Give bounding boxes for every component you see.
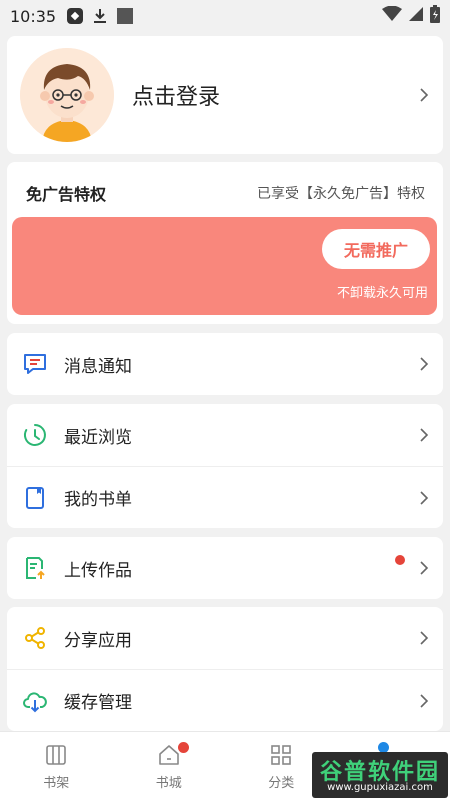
battery-icon xyxy=(430,5,440,27)
menu-label-cache: 缓存管理 xyxy=(64,693,132,713)
privilege-title: 免广告特权 xyxy=(26,185,107,204)
notification-app-icon xyxy=(66,7,84,25)
menu-item-share[interactable]: 分享应用 xyxy=(7,607,443,669)
bookstore-badge-dot xyxy=(177,742,189,753)
chevron-right-icon xyxy=(419,630,429,646)
menu-label-messages: 消息通知 xyxy=(64,356,132,377)
wifi-icon xyxy=(382,5,402,26)
book-icon xyxy=(22,485,48,511)
menu-group-upload: 上传作品 xyxy=(7,537,443,599)
promo-note: 不卸载永久可用 xyxy=(336,286,428,301)
login-label[interactable]: 点击登录 xyxy=(132,79,220,111)
chevron-right-icon xyxy=(419,427,429,443)
watermark-url: www.gupuxiazai.com xyxy=(327,782,433,793)
nav-label-category: 分类 xyxy=(268,776,295,791)
nav-label-bookstore: 书城 xyxy=(155,776,182,791)
share-icon xyxy=(22,625,48,651)
menu-item-booklist[interactable]: 我的书单 xyxy=(7,466,443,528)
privilege-status: 已享受【永久免广告】特权 xyxy=(257,186,425,202)
chevron-right-icon xyxy=(419,490,429,506)
nav-item-bookstore[interactable]: 书城 xyxy=(113,732,226,800)
chevron-right-icon xyxy=(419,560,429,576)
no-promo-button[interactable]: 无需推广 xyxy=(322,229,430,269)
bookshelf-icon xyxy=(43,742,69,768)
menu-item-messages[interactable]: 消息通知 xyxy=(7,333,443,395)
upload-document-icon xyxy=(22,555,48,581)
menu-label-recent: 最近浏览 xyxy=(64,427,132,448)
nav-label-bookshelf: 书架 xyxy=(43,776,70,791)
status-bar: 10:35 xyxy=(0,0,450,32)
ad-free-privilege-card: 免广告特权 已享受【永久免广告】特权 无需推广 不卸载永久可用 xyxy=(7,162,443,324)
cloud-download-icon xyxy=(22,688,48,714)
privilege-header: 免广告特权 已享受【永久免广告】特权 xyxy=(26,181,425,205)
menu-label-booklist: 我的书单 xyxy=(64,490,132,510)
download-icon xyxy=(92,7,108,25)
avatar[interactable] xyxy=(20,48,114,142)
signal-icon xyxy=(408,6,424,26)
menu-item-recent[interactable]: 最近浏览 xyxy=(7,404,443,466)
grid-icon xyxy=(268,742,294,768)
chevron-right-icon xyxy=(419,87,429,103)
square-notification-icon xyxy=(116,7,134,25)
clock-icon xyxy=(22,422,48,448)
promo-banner: 无需推广 不卸载永久可用 xyxy=(12,217,437,315)
chevron-right-icon xyxy=(419,356,429,372)
menu-group-app: 分享应用 缓存管理 xyxy=(7,607,443,731)
menu-item-upload[interactable]: 上传作品 xyxy=(7,537,443,599)
menu-label-upload: 上传作品 xyxy=(64,560,132,581)
profile-card[interactable]: 点击登录 xyxy=(7,36,443,154)
menu-group-messages: 消息通知 xyxy=(7,333,443,395)
message-icon xyxy=(22,351,48,377)
menu-group-browse: 最近浏览 我的书单 xyxy=(7,404,443,528)
nav-item-bookshelf[interactable]: 书架 xyxy=(0,732,113,800)
status-time: 10:35 xyxy=(10,6,57,26)
watermark-logo: 谷普软件园 www.gupuxiazai.com xyxy=(312,752,448,798)
menu-item-cache[interactable]: 缓存管理 xyxy=(7,669,443,731)
upload-badge-dot xyxy=(395,555,405,565)
chevron-right-icon xyxy=(419,693,429,709)
menu-label-share: 分享应用 xyxy=(64,630,132,651)
